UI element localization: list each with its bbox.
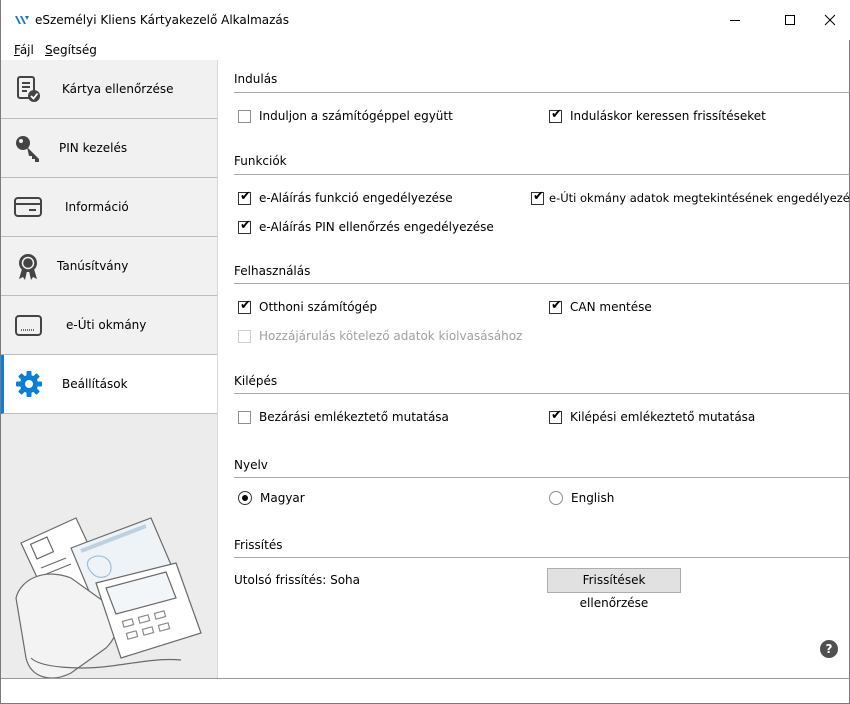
etravel-view-checkbox[interactable]: ✔ e-Úti okmány adatok megtekintésének en…	[531, 188, 850, 205]
checkbox-box: ✔	[549, 407, 562, 424]
section-divider	[234, 557, 850, 558]
section-divider	[234, 477, 850, 478]
passport-icon	[15, 315, 42, 336]
radio-circle	[238, 491, 252, 505]
settings-panel: Indulás Induljon a számítógéppel együtt …	[219, 60, 850, 678]
sidebar-item-label: PIN kezelés	[59, 141, 128, 155]
sidebar-item-certificate[interactable]: Tanúsítvány	[1, 237, 217, 296]
section-title-startup: Indulás	[234, 72, 278, 86]
language-magyar-radio[interactable]: Magyar	[238, 491, 305, 505]
title-bar[interactable]: eSzemélyi Kliens Kártyakezelő Alkalmazás	[1, 0, 850, 40]
section-divider	[234, 393, 850, 394]
menu-file[interactable]: Fájl	[14, 43, 34, 57]
checkbox-box: ✔	[549, 297, 562, 314]
section-title-update: Frissítés	[234, 538, 283, 552]
checkmark-icon: ✔	[240, 297, 251, 313]
checkbox-box: ✔	[238, 217, 251, 234]
checkmark-icon: ✔	[240, 217, 251, 233]
start-with-computer-checkbox[interactable]: Induljon a számítógéppel együtt	[238, 109, 453, 123]
checkmark-icon: ✔	[533, 188, 544, 204]
checkbox-box	[238, 410, 251, 424]
esign-pin-checkbox[interactable]: ✔ e-Aláírás PIN ellenőrzés engedélyezése	[238, 217, 494, 234]
close-reminder-checkbox[interactable]: Bezárási emlékeztető mutatása	[238, 410, 449, 424]
checkmark-icon: ✔	[551, 106, 562, 122]
sidebar-item-label: Kártya ellenőrzése	[62, 82, 174, 96]
maximize-icon	[785, 15, 795, 25]
checkbox-box	[238, 329, 251, 343]
key-icon	[16, 136, 39, 162]
sidebar-item-label: Információ	[65, 200, 129, 214]
card-check-icon	[17, 76, 40, 102]
sidebar-item-card-check[interactable]: Kártya ellenőrzése	[1, 60, 217, 119]
help-icon[interactable]: ?	[820, 640, 838, 658]
checkbox-box	[238, 109, 251, 123]
menu-bar: Fájl Segítség	[1, 40, 850, 60]
sidebar-item-label: Tanúsítvány	[57, 259, 129, 273]
sidebar-item-label: Beállítások	[62, 377, 128, 391]
exit-reminder-checkbox[interactable]: ✔ Kilépési emlékeztető mutatása	[549, 407, 755, 424]
checkmark-icon: ✔	[551, 407, 562, 423]
checkbox-box: ✔	[238, 188, 251, 205]
checkmark-icon: ✔	[240, 188, 251, 204]
minimize-icon	[730, 20, 740, 21]
sidebar: Kártya ellenőrzése PIN kezelés Informáci…	[1, 60, 218, 678]
section-title-usage: Felhasználás	[234, 264, 311, 278]
checkmark-icon: ✔	[551, 297, 562, 313]
language-english-radio[interactable]: English	[549, 491, 614, 505]
checkbox-box: ✔	[531, 188, 544, 205]
section-divider	[234, 92, 850, 93]
close-icon	[824, 14, 836, 26]
gear-icon	[16, 371, 42, 397]
save-can-checkbox[interactable]: ✔ CAN mentése	[549, 297, 652, 314]
certificate-icon	[19, 254, 37, 280]
check-updates-checkbox[interactable]: ✔ Induláskor keressen frissítéseket	[549, 106, 766, 123]
section-divider	[234, 174, 850, 175]
minimize-button[interactable]	[712, 0, 758, 40]
radio-circle	[549, 491, 563, 505]
last-update-label: Utolsó frissítés: Soha	[234, 573, 361, 587]
card-info-icon	[14, 197, 42, 217]
home-computer-checkbox[interactable]: ✔ Otthoni számítógép	[238, 297, 377, 314]
close-button[interactable]	[807, 0, 850, 40]
sidebar-item-info[interactable]: Információ	[1, 178, 217, 237]
consent-checkbox[interactable]: Hozzájárulás kötelező adatok kiolvasásáh…	[238, 329, 522, 343]
sidebar-item-settings[interactable]: Beállítások	[1, 355, 217, 414]
sidebar-item-label: e-Úti okmány	[66, 318, 147, 332]
sidebar-item-etravel[interactable]: e-Úti okmány	[1, 296, 217, 355]
section-divider	[234, 283, 850, 284]
menu-help[interactable]: Segítség	[45, 43, 97, 57]
section-title-functions: Funkciók	[234, 154, 287, 168]
section-title-exit: Kilépés	[234, 374, 278, 388]
app-logo-icon	[15, 16, 29, 24]
check-updates-button[interactable]: Frissítések ellenőrzése	[547, 568, 681, 610]
checkbox-box: ✔	[238, 297, 251, 314]
status-divider	[1, 678, 850, 679]
card-reader-illustration	[15, 517, 202, 678]
checkbox-box: ✔	[549, 106, 562, 123]
radio-selected-dot	[242, 495, 248, 501]
esign-enable-checkbox[interactable]: ✔ e-Aláírás funkció engedélyezése	[238, 188, 453, 205]
section-title-language: Nyelv	[234, 458, 268, 472]
window-title: eSzemélyi Kliens Kártyakezelő Alkalmazás	[35, 13, 290, 27]
app-window: eSzemélyi Kliens Kártyakezelő Alkalmazás…	[0, 0, 850, 704]
sidebar-item-pin[interactable]: PIN kezelés	[1, 119, 217, 178]
